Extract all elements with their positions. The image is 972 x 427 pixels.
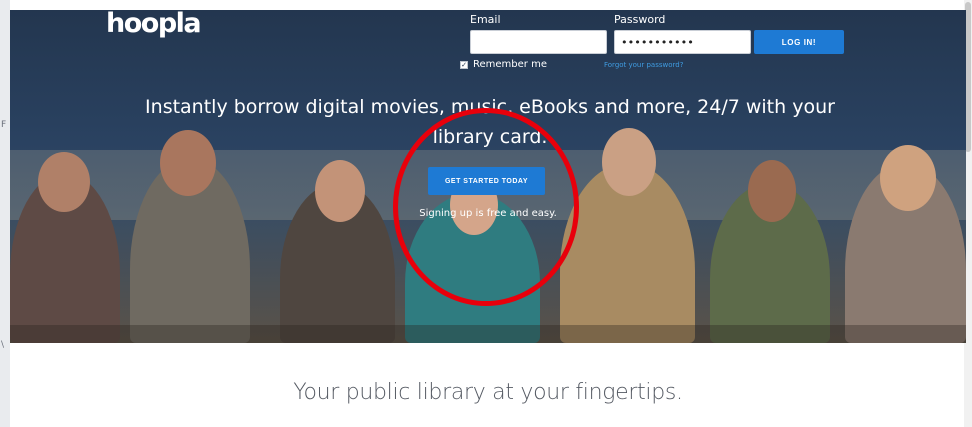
forgot-password-link[interactable]: Forgot your password? bbox=[604, 61, 683, 69]
email-field[interactable] bbox=[470, 30, 607, 54]
email-label: Email bbox=[470, 13, 501, 26]
hero-photo-table bbox=[10, 325, 966, 343]
hero-photo-person bbox=[880, 145, 936, 211]
hoopla-logo[interactable]: hoopla bbox=[106, 8, 202, 39]
remember-me[interactable]: ✓ Remember me bbox=[460, 59, 547, 70]
password-field[interactable]: ••••••••••• bbox=[614, 30, 751, 54]
password-label: Password bbox=[614, 13, 666, 26]
edge-mark: \ bbox=[1, 340, 5, 350]
login-button[interactable]: LOG IN! bbox=[754, 30, 844, 54]
annotation-highlight-circle bbox=[393, 108, 579, 306]
remember-me-checkbox[interactable]: ✓ bbox=[460, 60, 468, 69]
remember-me-label: Remember me bbox=[473, 59, 547, 70]
section-tagline: Your public library at your fingertips. bbox=[293, 380, 683, 405]
hero-photo-person bbox=[38, 152, 90, 212]
